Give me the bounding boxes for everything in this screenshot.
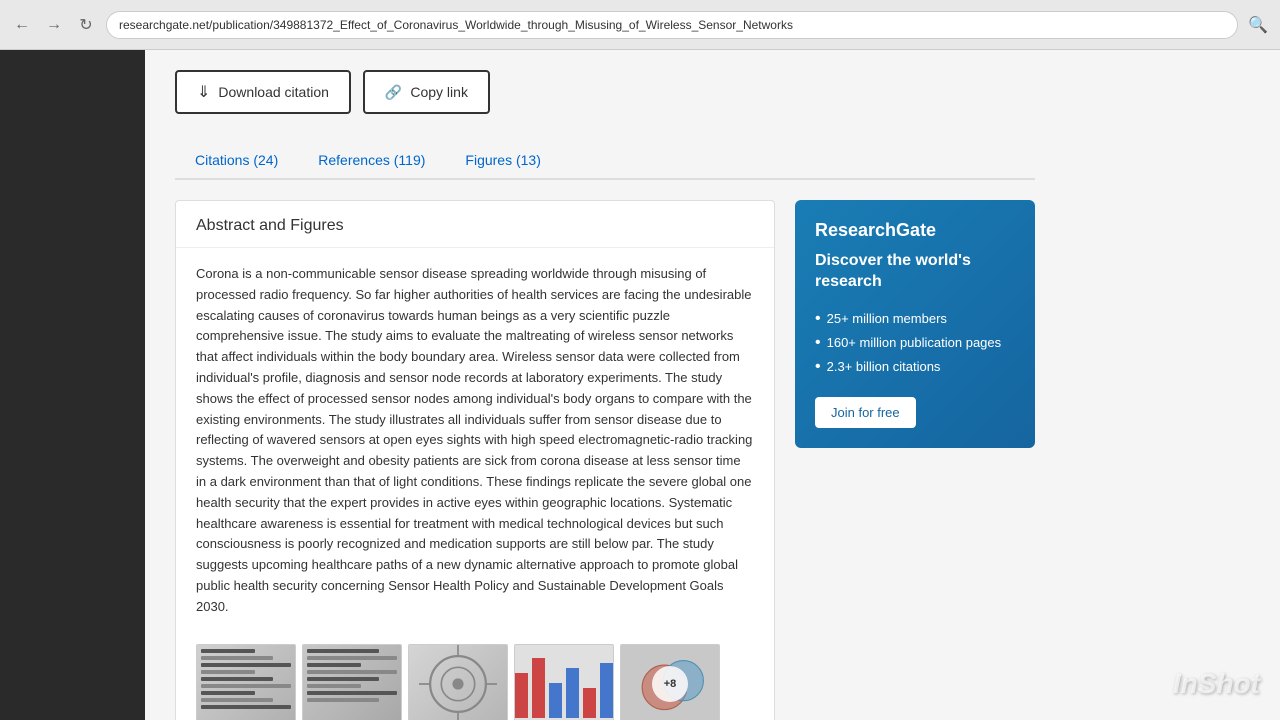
figure-thumb-3[interactable] <box>408 644 508 720</box>
flowchart-line <box>201 705 291 709</box>
flowchart-line <box>201 663 291 667</box>
search-button[interactable]: 🔍 <box>1246 13 1270 37</box>
copy-link-label: Copy link <box>410 84 468 100</box>
flowchart-line <box>307 670 397 674</box>
abstract-title: Abstract and Figures <box>196 217 754 235</box>
tab-citations[interactable]: Citations (24) <box>175 142 298 178</box>
join-free-button[interactable]: Join for free <box>815 397 916 428</box>
url-bar[interactable]: researchgate.net/publication/349881372_E… <box>106 11 1238 39</box>
figures-row: +8 <box>176 634 774 720</box>
bar-3 <box>549 683 562 718</box>
rg-stats-list: 25+ million members 160+ million publica… <box>815 307 1015 379</box>
tab-references[interactable]: References (119) <box>298 142 445 178</box>
url-text: researchgate.net/publication/349881372_E… <box>119 18 793 32</box>
flowchart-line <box>307 684 361 688</box>
flowchart-line <box>201 698 273 702</box>
flowchart-line <box>201 691 255 695</box>
link-icon: 🔗 <box>385 84 402 101</box>
rg-card: ResearchGate Discover the world's resear… <box>795 200 1035 448</box>
left-sidebar <box>0 50 145 720</box>
flowchart-line <box>307 691 397 695</box>
figure-thumb-2[interactable] <box>302 644 402 720</box>
rg-stat-3: 2.3+ billion citations <box>815 355 1015 379</box>
bar-1 <box>515 673 528 718</box>
abstract-text: Corona is a non-communicable sensor dise… <box>196 264 754 618</box>
bar-4 <box>566 668 579 718</box>
abstract-body: Corona is a non-communicable sensor dise… <box>176 248 774 634</box>
tab-figures[interactable]: Figures (13) <box>445 142 560 178</box>
flowchart-line <box>307 663 361 667</box>
back-button[interactable]: ← <box>10 13 34 37</box>
flowchart-line <box>201 677 273 681</box>
overlay-badge: +8 <box>652 666 688 702</box>
rg-stat-1: 25+ million members <box>815 307 1015 331</box>
bar-5 <box>583 688 596 718</box>
forward-button[interactable]: → <box>42 13 66 37</box>
diagram-svg <box>409 645 507 720</box>
copy-link-button[interactable]: 🔗 Copy link <box>363 70 490 114</box>
flowchart-line <box>201 670 255 674</box>
tab-navigation: Citations (24) References (119) Figures … <box>175 142 1035 180</box>
download-citation-button[interactable]: ⇓ Download citation <box>175 70 351 114</box>
browser-toolbar: ← → ↻ researchgate.net/publication/34988… <box>0 0 1280 50</box>
download-citation-label: Download citation <box>218 84 329 100</box>
rg-brand: ResearchGate <box>815 220 1015 241</box>
main-content: ⇓ Download citation 🔗 Copy link Citation… <box>145 50 1280 720</box>
flowchart-line <box>307 649 379 653</box>
bar-6 <box>600 663 613 718</box>
figure-thumb-overlay[interactable]: +8 <box>620 644 720 720</box>
flowchart-line <box>307 698 379 702</box>
bar-2 <box>532 658 545 718</box>
refresh-button[interactable]: ↻ <box>74 13 98 37</box>
flowchart-line <box>307 677 379 681</box>
figure-thumb-1[interactable] <box>196 644 296 720</box>
abstract-section: Abstract and Figures Corona is a non-com… <box>175 200 775 720</box>
action-buttons-row: ⇓ Download citation 🔗 Copy link <box>175 70 1035 114</box>
flowchart-line <box>201 656 273 660</box>
page-layout: Abstract and Figures Corona is a non-com… <box>175 200 1035 720</box>
download-icon: ⇓ <box>197 82 210 102</box>
rg-stat-2: 160+ million publication pages <box>815 331 1015 355</box>
flowchart-line <box>307 656 397 660</box>
figure-thumb-barchart[interactable] <box>514 644 614 720</box>
flowchart-line <box>201 684 291 688</box>
rg-heading: Discover the world's research <box>815 251 1015 293</box>
flowchart-line <box>201 649 255 653</box>
abstract-header: Abstract and Figures <box>176 201 774 248</box>
